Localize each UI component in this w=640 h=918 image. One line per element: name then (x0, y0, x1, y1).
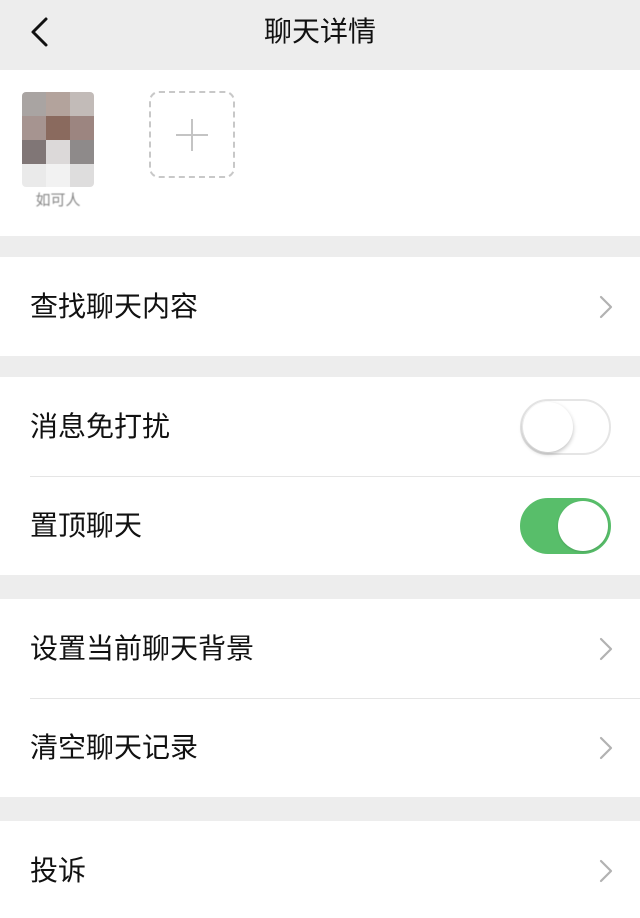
plus-icon (176, 118, 208, 151)
toggle-knob (523, 402, 573, 452)
member-name: 如可人 (35, 191, 81, 209)
search-chat-content-row[interactable]: 查找聊天内容 (0, 257, 640, 356)
member-item[interactable]: 如可人 (22, 92, 94, 210)
set-chat-background-row[interactable]: 设置当前聊天背景 (0, 599, 640, 698)
add-member-button[interactable] (149, 91, 235, 178)
toggles-group: 消息免打扰 置顶聊天 (0, 377, 640, 575)
mute-notifications-toggle[interactable] (520, 399, 611, 455)
page-title: 聊天详情 (263, 15, 376, 48)
pin-chat-row: 置顶聊天 (0, 476, 640, 575)
report-label: 投诉 (30, 854, 87, 887)
chevron-right-icon (599, 295, 613, 319)
report-group: 投诉 (0, 821, 640, 918)
navigation-bar: 聊天详情 (0, 0, 640, 66)
set-chat-background-label: 设置当前聊天背景 (30, 632, 255, 665)
mute-notifications-label: 消息免打扰 (30, 410, 171, 443)
clear-chat-history-label: 清空聊天记录 (30, 731, 199, 764)
chevron-right-icon (599, 859, 613, 883)
mute-notifications-row: 消息免打扰 (0, 377, 640, 476)
report-row[interactable]: 投诉 (0, 821, 640, 918)
clear-chat-history-row[interactable]: 清空聊天记录 (0, 698, 640, 797)
members-panel: 如可人 (0, 70, 640, 236)
chat-details-page: 聊天详情 如可人 查找聊天内容 消息免打扰 置顶聊天 设置当前聊天背景 清空聊天… (0, 0, 640, 918)
chevron-right-icon (599, 736, 613, 760)
chat-options-group: 设置当前聊天背景 清空聊天记录 (0, 599, 640, 797)
search-chat-content-label: 查找聊天内容 (30, 290, 199, 323)
toggle-knob (558, 501, 608, 551)
avatar (22, 92, 94, 187)
pin-chat-toggle[interactable] (520, 498, 611, 554)
chevron-right-icon (599, 637, 613, 661)
pin-chat-label: 置顶聊天 (30, 509, 143, 542)
search-group: 查找聊天内容 (0, 257, 640, 356)
